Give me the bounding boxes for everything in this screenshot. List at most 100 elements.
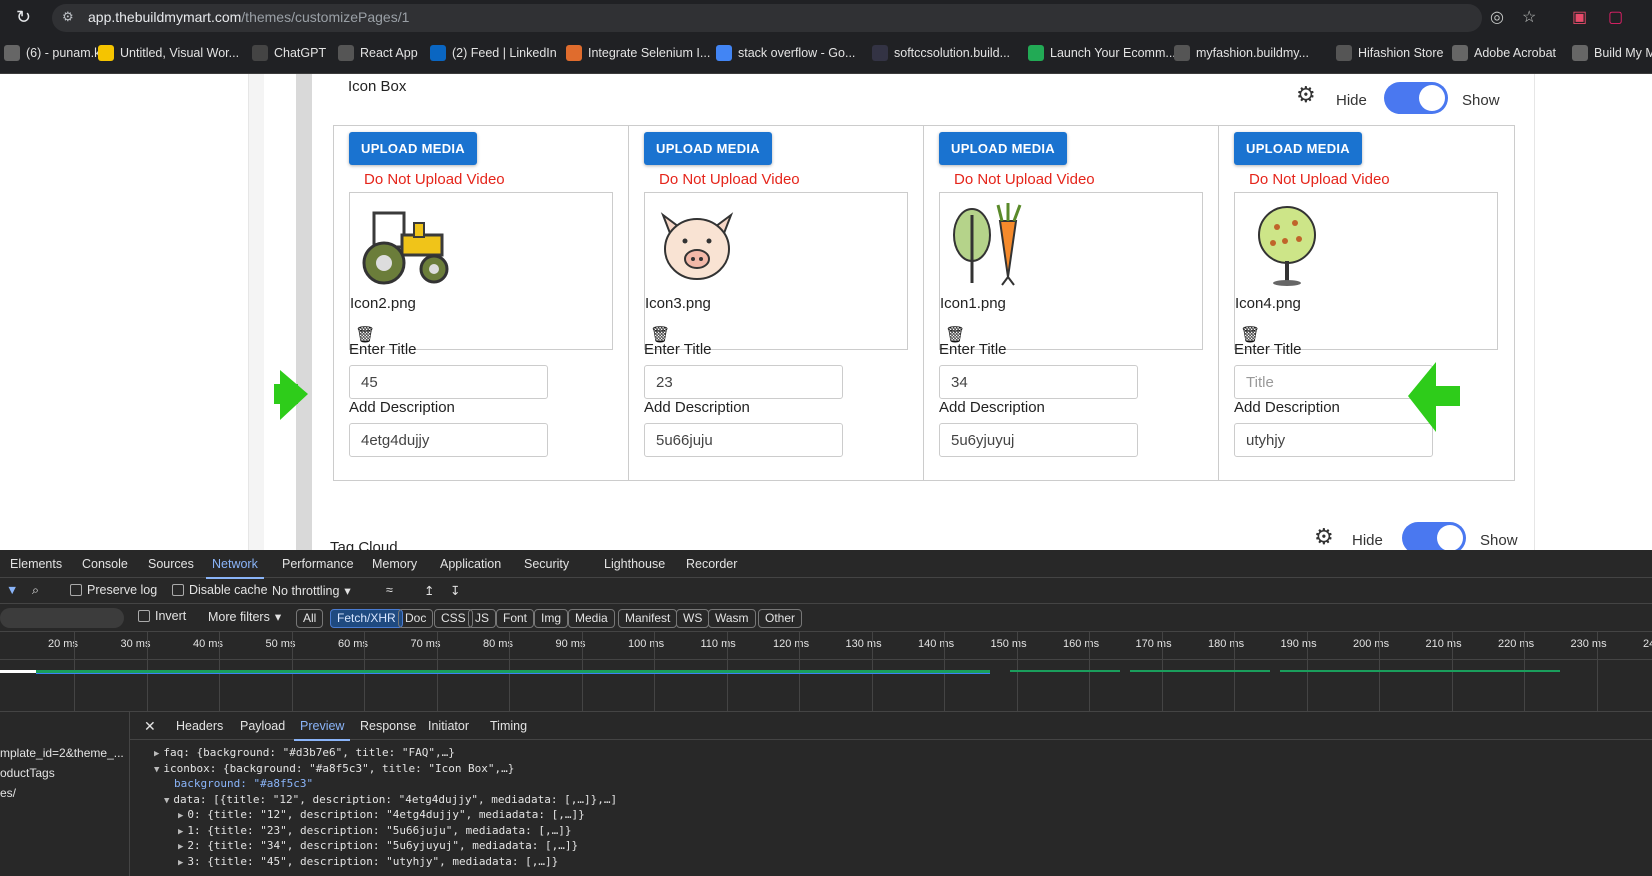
eye-off-icon[interactable]: ◎ [1490,7,1504,27]
expand-right-icon[interactable]: ▶ [178,842,183,852]
detail-tab[interactable]: Headers [176,719,223,733]
title-input[interactable] [349,365,548,399]
bookmark-item[interactable]: (2) Feed | LinkedIn [430,45,557,61]
devtools-tab[interactable]: Application [440,557,501,571]
gear-icon[interactable]: ⚙ [1296,82,1316,108]
bookmark-item[interactable]: Hifashion Store [1336,45,1443,61]
visibility-toggle[interactable] [1402,522,1466,550]
bookmark-item[interactable]: softccsolution.build... [872,45,1010,61]
filter-chip[interactable]: Img [534,609,569,628]
reload-icon[interactable]: ↻ [16,7,31,28]
extension-icon-2[interactable]: ▢ [1608,7,1623,27]
react-icon [338,45,354,61]
bookmark-item[interactable]: Integrate Selenium I... [566,45,710,61]
bookmark-item[interactable]: Launch Your Ecomm... [1028,45,1176,61]
bookmark-item[interactable]: Untitled, Visual Wor... [98,45,239,61]
detail-tab[interactable]: Payload [240,719,285,733]
detail-tab[interactable]: Preview [293,719,352,741]
devtools-tab[interactable]: Console [82,557,128,571]
devtools-tab[interactable]: Network [206,557,264,579]
filter-input[interactable] [0,608,124,628]
disable-cache-checkbox[interactable]: Disable cache [172,583,268,597]
filter-chip[interactable]: CSS [434,609,473,628]
request-item[interactable]: es/ [0,786,16,800]
extension-icon[interactable]: ▣ [1572,7,1587,27]
site-info-icon[interactable]: ⚙ [62,9,80,27]
filter-chip[interactable]: JS [468,609,497,628]
expand-right-icon[interactable]: ▶ [154,749,159,759]
detail-tab[interactable]: Initiator [428,719,469,733]
title-input[interactable] [644,365,843,399]
filter-chip[interactable]: Doc [398,609,434,628]
devtools-tab[interactable]: Memory [372,557,417,571]
preview-line[interactable]: ▶ faq: {background: "#d3b7e6", title: "FA… [154,746,455,759]
preview-line[interactable]: background: "#a8f5c3" [174,777,313,790]
bookmark-item[interactable]: stack overflow - Go... [716,45,855,61]
expand-right-icon[interactable]: ▶ [178,827,183,837]
upload-media-button[interactable]: UPLOAD MEDIA [1234,132,1362,165]
preview-line[interactable]: ▶ 3: {title: "45", description: "utyhjy",… [178,855,558,868]
invert-checkbox[interactable]: Invert [138,609,186,623]
expand-right-icon[interactable]: ▶ [178,858,183,868]
devtools-tab[interactable]: Lighthouse [604,557,665,571]
preview-line[interactable]: ▼ iconbox: {background: "#a8f5c3", title:… [154,762,514,775]
bookmark-item[interactable]: React App [338,45,418,61]
preview-line[interactable]: ▶ 1: {title: "23", description: "5u66juju… [178,824,572,837]
description-input[interactable] [644,423,843,457]
search-icon[interactable]: ⌕ [32,583,39,598]
request-item[interactable]: oductTags [0,766,55,780]
download-icon[interactable]: ↧ [450,583,460,598]
bookmark-item[interactable]: ChatGPT [252,45,326,61]
preserve-log-checkbox[interactable]: Preserve log [70,583,157,597]
file-name: Icon1.png [940,295,1006,312]
close-icon[interactable]: ✕ [144,718,156,735]
upload-media-button[interactable]: UPLOAD MEDIA [644,132,772,165]
expand-down-icon[interactable]: ▼ [164,796,169,806]
more-filters-dropdown[interactable]: More filters ▾ [208,609,281,625]
expand-right-icon[interactable]: ▶ [178,811,183,821]
request-item[interactable]: mplate_id=2&theme_... [0,746,124,760]
bookmark-item[interactable]: (6) - punam.k... [4,45,111,61]
url-text[interactable]: app.thebuildmymart.com/themes/customizeP… [88,9,409,25]
devtools-tab[interactable]: Sources [148,557,194,571]
description-input[interactable] [349,423,548,457]
filter-chip[interactable]: Media [568,609,615,628]
filter-chip[interactable]: Other [758,609,803,628]
bookmark-item[interactable]: Build My M [1572,45,1652,61]
devtools-tab[interactable]: Recorder [686,557,737,571]
star-icon[interactable]: ☆ [1522,7,1536,27]
acrobat-icon [1452,45,1468,61]
bookmark-item[interactable]: Adobe Acrobat [1452,45,1556,61]
filter-chip[interactable]: Fetch/XHR [330,609,403,628]
title-input[interactable] [1234,365,1433,399]
throttling-select[interactable]: No throttling ▾ [272,583,351,599]
preview-line[interactable]: ▶ 0: {title: "12", description: "4etg4duj… [178,808,585,821]
upload-media-button[interactable]: UPLOAD MEDIA [349,132,477,165]
preview-line[interactable]: ▶ 2: {title: "34", description: "5u6yjuyu… [178,839,578,852]
timeline-tick: 210 ms [1425,638,1462,650]
timeline-bar [1010,670,1120,672]
filter-chip[interactable]: WS [676,609,710,628]
description-input[interactable] [939,423,1138,457]
detail-tab[interactable]: Response [360,719,416,733]
title-input[interactable] [939,365,1138,399]
devtools-tab[interactable]: Elements [10,557,62,571]
detail-tab[interactable]: Timing [490,719,527,733]
description-input[interactable] [1234,423,1433,457]
filter-chip[interactable]: All [296,609,324,628]
wifi-icon[interactable]: ≈ [386,583,393,597]
filter-chip[interactable]: Font [496,609,535,628]
upload-icon[interactable]: ↥ [424,583,434,598]
gear-icon[interactable]: ⚙ [1314,524,1334,550]
devtools-tab[interactable]: Performance [282,557,354,571]
bookmark-item[interactable]: myfashion.buildmy... [1174,45,1309,61]
filter-chip[interactable]: Wasm [708,609,756,628]
filter-icon[interactable]: ▼ [6,583,18,597]
devtools-tab[interactable]: Security [524,557,569,571]
filter-chip[interactable]: Manifest [618,609,678,628]
preview-line[interactable]: ▼ data: [{title: "12", description: "4etg… [164,793,617,806]
show-label: Show [1462,92,1500,109]
upload-media-button[interactable]: UPLOAD MEDIA [939,132,1067,165]
visibility-toggle[interactable] [1384,82,1448,114]
expand-down-icon[interactable]: ▼ [154,765,159,775]
